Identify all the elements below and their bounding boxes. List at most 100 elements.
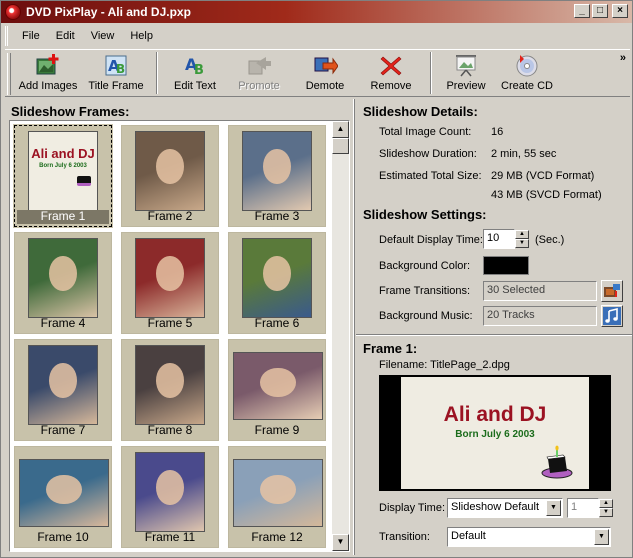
music-settings-button[interactable] xyxy=(601,305,623,327)
minimize-button[interactable]: _ xyxy=(574,4,590,18)
display-time-spinner[interactable]: ▲ ▼ xyxy=(515,230,529,248)
default-display-time-label: Default Display Time: xyxy=(379,234,483,246)
photo-subject xyxy=(263,256,291,292)
frame-label: Frame 10 xyxy=(37,530,89,544)
remove-x-icon xyxy=(378,53,404,77)
photo-thumbnail xyxy=(19,459,109,527)
transition-value: Default xyxy=(451,530,486,542)
maximize-button[interactable]: □ xyxy=(592,4,608,18)
spin-down-icon[interactable]: ▼ xyxy=(515,239,529,248)
spin-down-icon: ▼ xyxy=(599,508,613,517)
background-color-label: Background Color: xyxy=(379,260,471,272)
scroll-up-button[interactable]: ▲ xyxy=(332,121,349,138)
transitions-icon xyxy=(604,284,620,297)
close-button[interactable]: × xyxy=(612,4,628,18)
display-time-unit: (Sec.) xyxy=(535,234,565,246)
frame-tile[interactable]: Frame 4 xyxy=(14,232,112,334)
toolbar-grip[interactable] xyxy=(7,53,11,95)
title-bar[interactable]: DVD PixPlay - Ali and DJ.pxp _ □ × xyxy=(1,1,632,23)
size-vcd-value: 29 MB (VCD Format) xyxy=(491,170,595,182)
photo-subject xyxy=(260,474,296,505)
menu-edit[interactable]: Edit xyxy=(48,28,83,44)
transition-select[interactable]: Default ▼ xyxy=(447,527,611,547)
duration-value: 2 min, 55 sec xyxy=(491,148,557,160)
panel-splitter[interactable] xyxy=(353,99,355,555)
frames-scrollbar[interactable]: ▲ ▼ xyxy=(332,121,349,551)
frame-time-spinner: ▲ ▼ xyxy=(599,499,613,517)
frame-transitions-label: Frame Transitions: xyxy=(379,285,471,297)
photo-subject xyxy=(46,474,82,505)
photo-subject xyxy=(263,149,291,185)
scroll-down-button[interactable]: ▼ xyxy=(332,534,349,551)
spin-up-icon: ▲ xyxy=(599,499,613,508)
frame-tile[interactable]: Frame 2 xyxy=(121,125,219,227)
menu-view[interactable]: View xyxy=(83,28,123,44)
toolbar-separator xyxy=(156,52,158,94)
demote-arrow-icon xyxy=(312,53,339,77)
frame-label: Frame 11 xyxy=(144,530,196,544)
frame-tile[interactable]: Frame 6 xyxy=(228,232,326,334)
frame-tile[interactable]: Frame 3 xyxy=(228,125,326,227)
frame-tile[interactable]: Frame 9 xyxy=(228,339,326,441)
frame-tile[interactable]: Frame 11 xyxy=(121,446,219,548)
frame-tile[interactable]: Frame 12 xyxy=(228,446,326,548)
frame-filename: Filename: TitlePage_2.dpg xyxy=(379,359,510,371)
transitions-settings-button[interactable] xyxy=(601,280,623,302)
image-count-value: 16 xyxy=(491,126,504,138)
photo-thumbnail xyxy=(242,131,312,211)
demote-label: Demote xyxy=(305,80,345,92)
background-music-field: 20 Tracks xyxy=(483,306,597,326)
frame-display-time-select[interactable]: Slideshow Default ▼ xyxy=(447,498,563,518)
frame-tile[interactable]: Frame 8 xyxy=(121,339,219,441)
remove-label: Remove xyxy=(370,80,412,92)
photo-subject xyxy=(260,367,296,398)
frame-label: Frame 3 xyxy=(254,209,300,223)
music-note-icon xyxy=(603,307,621,325)
toolbar-overflow-chevron[interactable]: » xyxy=(620,52,626,64)
svg-text:B: B xyxy=(116,62,125,76)
title-frame-button[interactable]: AB Title Frame xyxy=(82,50,150,96)
slideshow-frames-heading: Slideshow Frames: xyxy=(11,104,130,119)
photo-subject xyxy=(156,256,184,292)
frames-list[interactable]: Ali and DJ Born July 6 2003 Frame 1 Frame 2… xyxy=(9,120,350,552)
projector-screen-icon xyxy=(453,53,479,77)
toolbar: Add Images AB Title Frame AB Edit Text P… xyxy=(5,49,630,97)
edit-text-button[interactable]: AB Edit Text xyxy=(164,50,226,96)
window-title: DVD PixPlay - Ali and DJ.pxp xyxy=(26,5,191,19)
title-card-thumbnail: Ali and DJ Born July 6 2003 xyxy=(28,131,98,211)
remove-button[interactable]: Remove xyxy=(358,50,424,96)
section-divider xyxy=(356,334,632,336)
spin-up-icon[interactable]: ▲ xyxy=(515,230,529,239)
frame-tile[interactable]: Frame 5 xyxy=(121,232,219,334)
frame-tile[interactable]: Frame 10 xyxy=(14,446,112,548)
image-count-label: Total Image Count: xyxy=(379,126,472,138)
frame-label: Frame 12 xyxy=(251,530,303,544)
title-frame-label: Title Frame xyxy=(88,80,144,92)
frame-tile[interactable]: Frame 7 xyxy=(14,339,112,441)
photo-thumbnail xyxy=(28,238,98,318)
svg-text:B: B xyxy=(194,63,204,77)
dvd-app-icon[interactable] xyxy=(5,4,21,20)
chevron-down-icon[interactable]: ▼ xyxy=(546,500,561,516)
chevron-down-icon[interactable]: ▼ xyxy=(594,529,609,545)
promote-button[interactable]: Promote xyxy=(226,50,292,96)
preview-button[interactable]: Preview xyxy=(438,50,494,96)
frame-preview: Ali and DJ Born July 6 2003 xyxy=(379,375,611,491)
demote-button[interactable]: Demote xyxy=(292,50,358,96)
size-svcd-value: 43 MB (SVCD Format) xyxy=(491,189,602,201)
frame-label: Frame 9 xyxy=(254,423,300,437)
transition-label: Transition: xyxy=(379,531,430,543)
frame-label: Frame 6 xyxy=(254,316,300,330)
menu-file[interactable]: File xyxy=(14,28,48,44)
preview-subtitle-text: Born July 6 2003 xyxy=(455,429,535,440)
create-cd-button[interactable]: Create CD xyxy=(494,50,560,96)
add-images-button[interactable]: Add Images xyxy=(14,50,82,96)
background-color-swatch[interactable] xyxy=(483,256,529,275)
frame-detail-heading: Frame 1: xyxy=(363,341,418,356)
scroll-thumb[interactable] xyxy=(332,138,349,154)
frame-display-time-number: 1 xyxy=(567,498,599,518)
frame-tile[interactable]: Ali and DJ Born July 6 2003 Frame 1 xyxy=(13,124,113,228)
menu-help[interactable]: Help xyxy=(122,28,161,44)
display-time-input[interactable]: 10 xyxy=(483,229,515,249)
frame-label: Frame 4 xyxy=(40,316,86,330)
